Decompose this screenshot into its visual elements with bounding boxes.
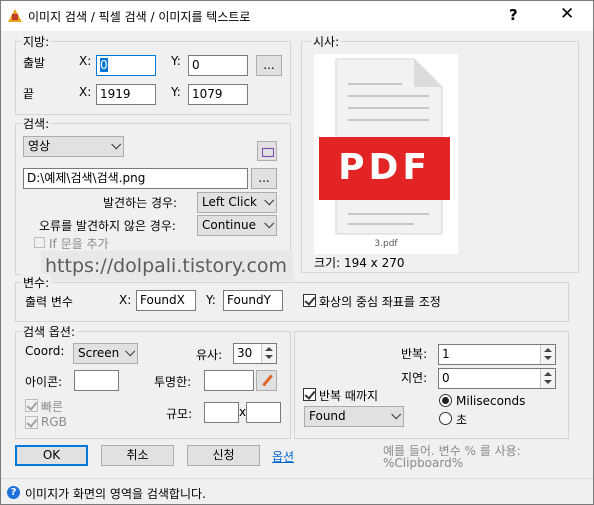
repeat-until-select[interactable]: Found [304, 406, 404, 427]
milliseconds-radio[interactable] [439, 394, 452, 407]
delay-label: 지연: [401, 371, 428, 385]
rgb-checkbox[interactable] [25, 416, 38, 429]
icon-input[interactable] [74, 370, 119, 391]
center-coords-label: 화상의 중심 좌표를 조정 [319, 295, 441, 309]
if-not-found-label: 오류를 발견하지 않은 경우: [39, 219, 176, 233]
add-if-checkbox[interactable] [34, 237, 45, 248]
variables-group-label: 변수: [21, 274, 52, 291]
seconds-label: 초 [456, 413, 468, 427]
icon-label: 아이콘: [25, 375, 63, 389]
search-group-label: 검색: [21, 115, 52, 132]
milliseconds-label: Miliseconds [456, 394, 526, 408]
status-bar: ? 이미지가 화면의 영역을 검색합니다. [1, 478, 593, 504]
rgb-label: RGB [41, 415, 67, 429]
status-text: 이미지가 화면의 영역을 검색합니다. [25, 487, 206, 501]
preview-image: PDF 3.pdf [314, 54, 458, 254]
var-x-label: X: [119, 293, 132, 307]
repeat-spin-buttons[interactable] [540, 345, 555, 364]
end-label: 끝 [23, 87, 35, 101]
start-y-label: Y: [171, 54, 181, 68]
if-not-found-select[interactable]: Continue [197, 215, 277, 236]
ok-button[interactable]: OK [15, 445, 88, 466]
end-y-input[interactable]: 1079 [188, 84, 248, 105]
coord-select[interactable]: Screen [73, 343, 138, 364]
preview-group-label: 시사: [311, 33, 342, 50]
add-if-label: If 문을 추가 [49, 237, 109, 251]
start-x-input[interactable]: 0 [96, 55, 156, 76]
fast-label: 빠른 [41, 400, 64, 414]
var-y-label: Y: [206, 293, 216, 307]
image-search-dialog: 이미지 검색 / 픽셀 검색 / 이미지를 텍스트로 ? ✕ 지방: 출발 X:… [0, 0, 594, 505]
image-path-input[interactable]: D:\예제\검색\검색.png [23, 168, 248, 189]
end-y-label: Y: [171, 85, 181, 99]
scale-height-input[interactable] [246, 402, 281, 423]
apply-button[interactable]: 신청 [187, 445, 260, 466]
scale-width-input[interactable] [204, 402, 239, 423]
end-x-input[interactable]: 1919 [96, 84, 156, 105]
var-x-input[interactable]: FoundX [136, 290, 196, 311]
if-found-label: 발견하는 경우: [103, 196, 178, 210]
repeat-until-label: 반복 때까지 [319, 389, 379, 403]
options-link[interactable]: 옵션 [272, 448, 294, 465]
search-mode-select[interactable]: 영상 [23, 136, 124, 157]
color-picker-button[interactable] [256, 370, 277, 391]
repeat-spinner[interactable]: 1 [438, 344, 556, 365]
transparent-color-input[interactable] [204, 370, 254, 391]
center-coords-checkbox[interactable] [303, 294, 316, 307]
title-bar: 이미지 검색 / 픽셀 검색 / 이미지를 텍스트로 ? ✕ [1, 1, 593, 31]
repeat-until-checkbox[interactable] [303, 388, 316, 401]
similarity-spin-buttons[interactable] [261, 344, 276, 363]
delay-spinner[interactable]: 0 [438, 368, 556, 389]
preview-filename: 3.pdf [374, 239, 398, 249]
start-y-input[interactable]: 0 [188, 55, 248, 76]
cancel-button[interactable]: 취소 [101, 445, 174, 466]
app-icon [8, 9, 22, 22]
end-x-label: X: [79, 85, 92, 99]
delay-spin-buttons[interactable] [540, 369, 555, 388]
similarity-spinner[interactable]: 30 [233, 343, 277, 364]
window-title: 이미지 검색 / 픽셀 검색 / 이미지를 텍스트로 [28, 10, 251, 24]
scale-label: 규모: [166, 407, 193, 421]
info-icon: ? [7, 486, 20, 499]
browse-image-button[interactable]: ... [251, 168, 277, 189]
position-group-label: 지방: [21, 33, 52, 50]
start-label: 출발 [23, 56, 46, 70]
fast-checkbox[interactable] [25, 399, 38, 412]
transparent-label: 투명한: [154, 375, 192, 389]
watermark: https://dolpali.tistory.com [41, 251, 293, 281]
var-y-input[interactable]: FoundY [223, 290, 283, 311]
preview-size-text: 크기: 194 x 270 [314, 256, 405, 270]
seconds-radio[interactable] [439, 412, 452, 425]
capture-icon [262, 148, 274, 157]
pdf-label: PDF [338, 147, 431, 188]
help-button[interactable]: ? [509, 6, 518, 24]
repeat-label: 반복: [401, 347, 428, 361]
variables-group [15, 282, 569, 322]
close-button[interactable]: ✕ [560, 4, 574, 24]
coord-label: Coord: [25, 344, 65, 358]
search-options-group-label: 검색 옵션: [21, 323, 78, 340]
pick-position-button[interactable]: ... [256, 55, 282, 76]
eyedropper-icon [262, 374, 273, 387]
variable-hint: 예를 들어. 변수 % 를 사용: %Clipboard% [383, 444, 521, 470]
start-x-label: X: [79, 54, 92, 68]
capture-image-button[interactable] [257, 141, 277, 161]
output-variable-label: 출력 변수 [25, 295, 73, 309]
similarity-label: 유사: [196, 348, 223, 362]
if-found-select[interactable]: Left Click [197, 192, 277, 213]
